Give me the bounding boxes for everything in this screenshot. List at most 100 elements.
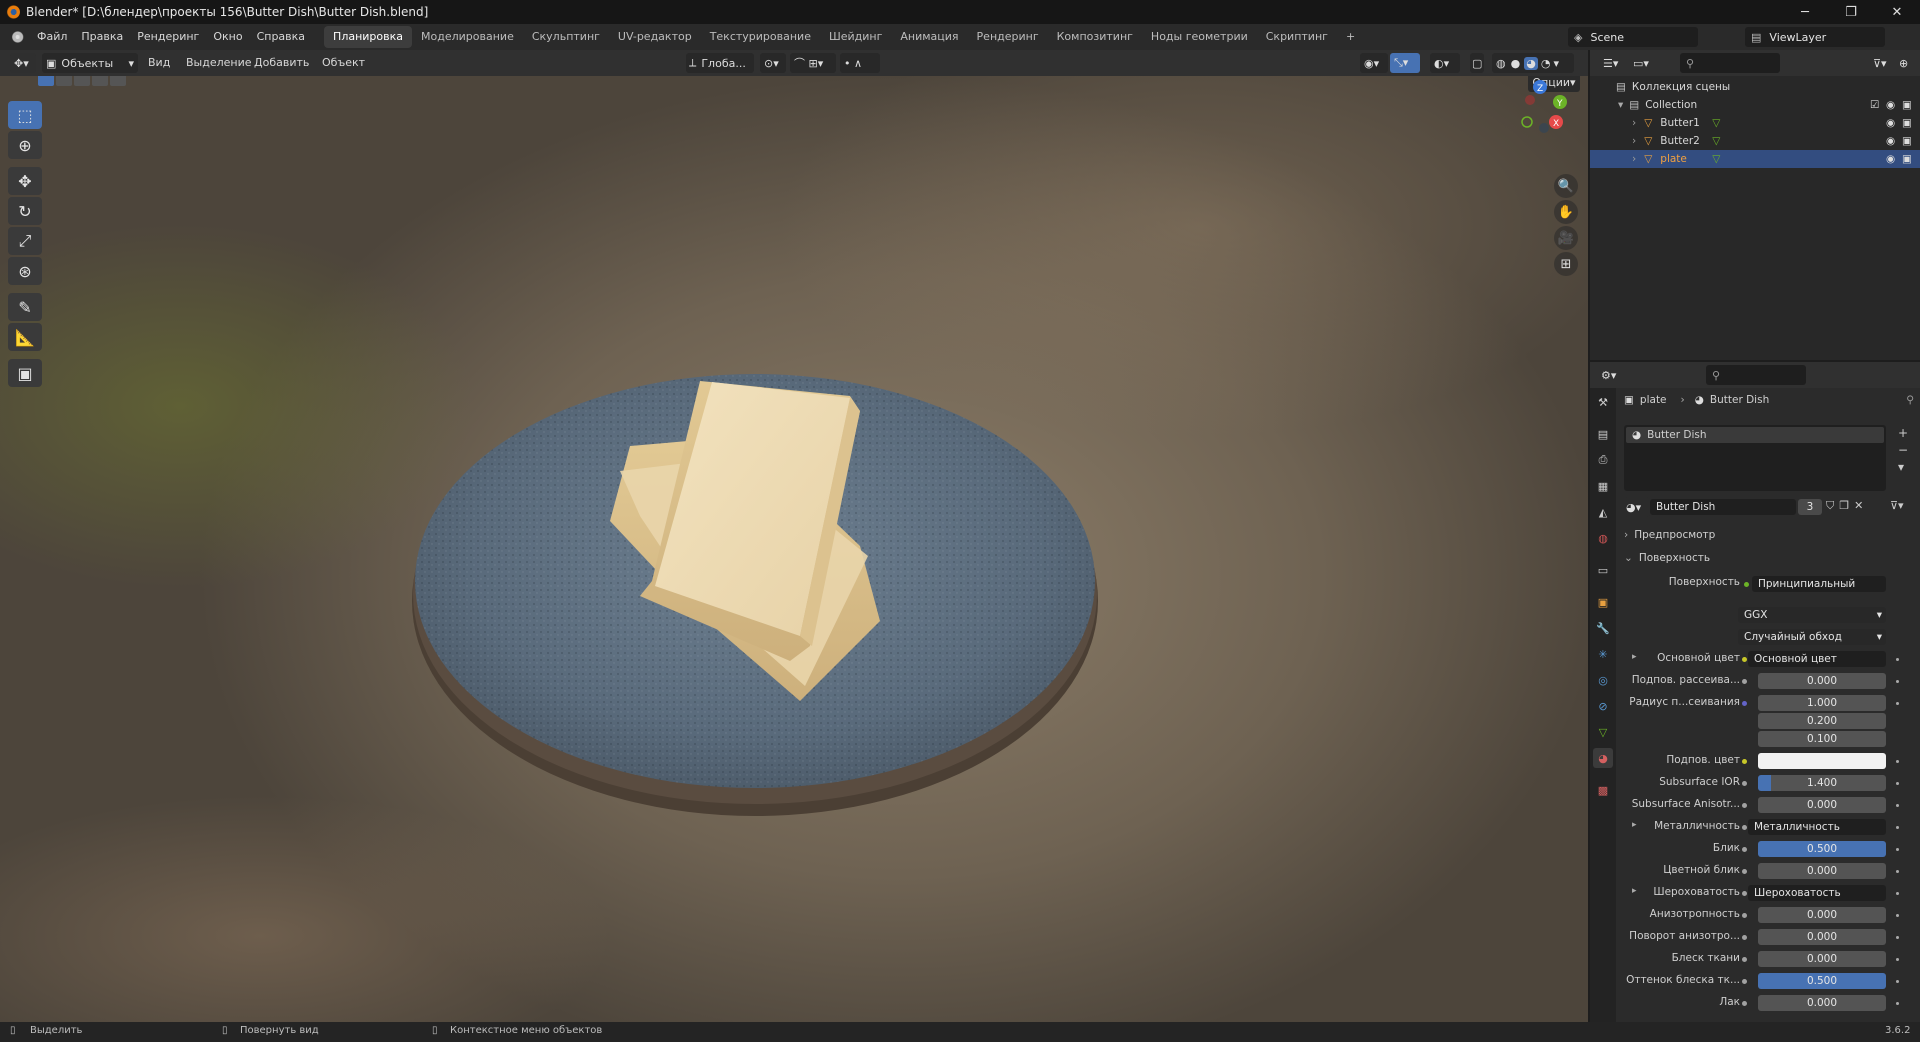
- number-field[interactable]: 0.100: [1758, 731, 1886, 747]
- workspace-tab[interactable]: Ноды геометрии: [1142, 26, 1257, 48]
- surface-section-header[interactable]: ⌄ Поверхность: [1624, 550, 1914, 566]
- chevron-right-icon[interactable]: ›: [1632, 135, 1636, 147]
- chevron-down-icon[interactable]: ▾: [1618, 99, 1623, 111]
- socket-icon[interactable]: [1742, 979, 1747, 984]
- new-collection-icon[interactable]: ⊕: [1896, 53, 1914, 73]
- outliner-object-row[interactable]: › ▽ Butter1 ▽ ◉ ▣: [1590, 114, 1920, 132]
- browse-material-button[interactable]: ◕▾: [1624, 497, 1650, 517]
- material-slot-row[interactable]: ◕ Butter Dish: [1626, 427, 1884, 443]
- distribution-dropdown[interactable]: GGX ▾: [1738, 607, 1886, 623]
- snap-toggle[interactable]: ⌒ ⊞▾: [790, 53, 836, 73]
- menu-item[interactable]: Правка: [74, 24, 130, 50]
- workspace-tab[interactable]: Рендеринг: [968, 26, 1048, 48]
- wireframe-shading-icon[interactable]: ◍: [1496, 57, 1506, 70]
- pivot-dropdown[interactable]: ⊙▾: [760, 53, 786, 73]
- checkbox-icon[interactable]: ☑: [1870, 99, 1879, 111]
- outliner-collection-row[interactable]: ▾ ▤ Collection ☑ ◉ ▣: [1590, 96, 1920, 114]
- keyframe-dot-icon[interactable]: [1896, 936, 1899, 939]
- socket-icon[interactable]: [1742, 701, 1747, 706]
- surface-shader-dropdown[interactable]: Принципиальный BSDF: [1752, 576, 1886, 592]
- data-tab-icon[interactable]: ▽: [1593, 722, 1613, 742]
- world-tab-icon[interactable]: ◍: [1593, 528, 1613, 548]
- eye-icon[interactable]: ◉: [1886, 117, 1895, 129]
- properties-search-input[interactable]: ⚲: [1706, 365, 1806, 385]
- filter-icon[interactable]: ⊽▾: [1890, 499, 1904, 512]
- duplicate-icon[interactable]: ❐: [1839, 499, 1849, 513]
- viewport-menu-item[interactable]: Выделение: [186, 50, 252, 76]
- number-field[interactable]: 0.000: [1758, 995, 1886, 1011]
- socket-icon[interactable]: [1742, 891, 1747, 896]
- unlink-icon[interactable]: ✕: [1854, 499, 1863, 513]
- camera-icon[interactable]: ▣: [1902, 135, 1912, 147]
- texture-tab-icon[interactable]: ▩: [1593, 780, 1613, 800]
- workspace-tab[interactable]: Композитинг: [1048, 26, 1142, 48]
- menu-item[interactable]: Справка: [250, 24, 312, 50]
- gizmo-toggle[interactable]: ⤡▾: [1390, 53, 1420, 73]
- number-field[interactable]: 0.200: [1758, 713, 1886, 729]
- eye-icon[interactable]: ◉: [1886, 153, 1895, 165]
- color-swatch[interactable]: [1758, 753, 1886, 769]
- filter-icon[interactable]: ⊽▾: [1870, 53, 1892, 73]
- chevron-right-icon[interactable]: ›: [1632, 117, 1636, 129]
- maximize-button[interactable]: ❐: [1828, 0, 1874, 24]
- keyframe-dot-icon[interactable]: [1896, 980, 1899, 983]
- workspace-tab[interactable]: Моделирование: [412, 26, 523, 48]
- zoom-icon[interactable]: 🔍: [1554, 174, 1578, 198]
- minimize-button[interactable]: ─: [1782, 0, 1828, 24]
- outliner-scene-collection[interactable]: ▤ Коллекция сцены: [1590, 78, 1920, 96]
- output-tab-icon[interactable]: ⎙: [1593, 450, 1613, 470]
- menu-item[interactable]: Файл: [30, 24, 74, 50]
- particles-tab-icon[interactable]: ✳: [1593, 644, 1613, 664]
- socket-icon[interactable]: [1742, 781, 1747, 786]
- linked-input-field[interactable]: Основной цвет: [1748, 651, 1886, 667]
- linked-input-field[interactable]: Металличность: [1748, 819, 1886, 835]
- keyframe-dot-icon[interactable]: [1896, 658, 1899, 661]
- add-workspace-button[interactable]: +: [1337, 26, 1364, 48]
- socket-icon[interactable]: [1742, 679, 1747, 684]
- viewlayer-selector[interactable]: ▤ ViewLayer: [1745, 27, 1885, 47]
- number-field[interactable]: 0.000: [1758, 673, 1886, 689]
- material-users-count[interactable]: 3: [1798, 499, 1822, 515]
- number-field[interactable]: 0.000: [1758, 907, 1886, 923]
- tool-tab-icon[interactable]: ⚒: [1593, 392, 1613, 412]
- material-shading-icon[interactable]: ◕: [1524, 56, 1538, 70]
- number-field[interactable]: 0.000: [1758, 929, 1886, 945]
- number-field[interactable]: 0.500: [1758, 841, 1886, 857]
- keyframe-dot-icon[interactable]: [1896, 826, 1899, 829]
- chevron-down-icon[interactable]: ▾: [1898, 459, 1908, 476]
- camera-icon[interactable]: 🎥: [1554, 226, 1578, 250]
- pan-hand-icon[interactable]: ✋: [1554, 200, 1578, 224]
- editor-type-button[interactable]: ✥▾: [10, 53, 36, 73]
- socket-icon[interactable]: [1742, 913, 1747, 918]
- object-tab-icon[interactable]: ▣: [1593, 592, 1613, 612]
- eye-icon[interactable]: ◉: [1886, 135, 1895, 147]
- chevron-down-icon[interactable]: ▾: [1553, 57, 1559, 70]
- workspace-tab[interactable]: Анимация: [891, 26, 967, 48]
- 3d-viewport[interactable]: Опции ▾ ⬚ ⊕ ✥ ↻ ⤢ ⊛ ✎ 📐 ▣ Z Y X 🔍 ✋ 🎥 ⊞: [0, 76, 1588, 1022]
- fake-user-icon[interactable]: ⛉: [1826, 499, 1834, 513]
- keyframe-dot-icon[interactable]: [1896, 702, 1899, 705]
- material-tab-icon[interactable]: ◕: [1593, 748, 1613, 768]
- viewport-menu-item[interactable]: Объект: [322, 50, 365, 76]
- keyframe-dot-icon[interactable]: [1896, 848, 1899, 851]
- workspace-tab[interactable]: UV-редактор: [609, 26, 701, 48]
- linked-input-field[interactable]: Шероховатость: [1748, 885, 1886, 901]
- workspace-tab[interactable]: Планировка: [324, 26, 413, 48]
- outliner-object-row[interactable]: › ▽ plate ▽ ◉ ▣: [1590, 150, 1920, 168]
- socket-icon[interactable]: [1742, 869, 1747, 874]
- solid-shading-icon[interactable]: ●: [1511, 57, 1521, 70]
- number-field[interactable]: 0.000: [1758, 797, 1886, 813]
- number-field[interactable]: 0.500: [1758, 973, 1886, 989]
- keyframe-dot-icon[interactable]: [1896, 782, 1899, 785]
- keyframe-dot-icon[interactable]: [1896, 958, 1899, 961]
- number-field[interactable]: 0.000: [1758, 863, 1886, 879]
- workspace-tab[interactable]: Шейдинг: [820, 26, 891, 48]
- render-tab-icon[interactable]: ▤: [1593, 424, 1613, 444]
- viewport-menu-item[interactable]: Добавить: [254, 50, 309, 76]
- camera-icon[interactable]: ▣: [1902, 99, 1912, 111]
- camera-icon[interactable]: ▣: [1902, 117, 1912, 129]
- scene-tab-icon[interactable]: ◭: [1593, 502, 1613, 522]
- menu-item[interactable]: Окно: [206, 24, 249, 50]
- eye-icon[interactable]: ◉: [1886, 99, 1895, 111]
- constraints-tab-icon[interactable]: ⊘: [1593, 696, 1613, 716]
